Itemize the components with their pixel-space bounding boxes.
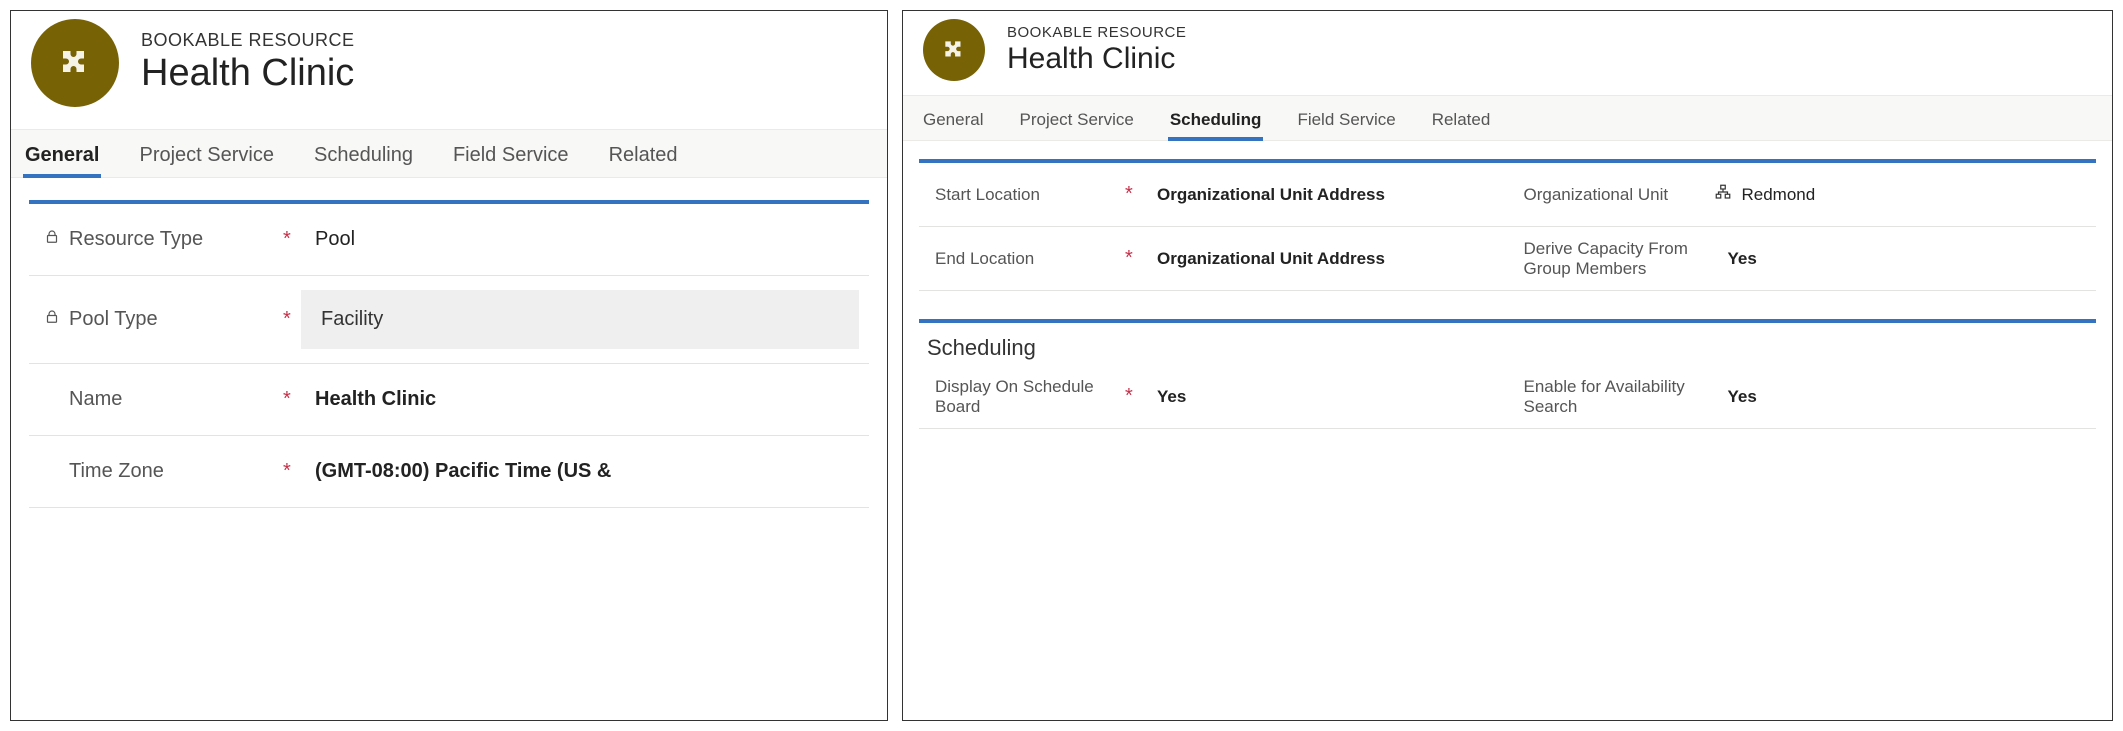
- tab-general[interactable]: General: [921, 96, 985, 140]
- record-eyebrow: BOOKABLE RESOURCE: [1007, 24, 1186, 41]
- tab-field-service[interactable]: Field Service: [451, 130, 571, 177]
- required-marker: *: [1125, 183, 1143, 206]
- required-marker: *: [283, 228, 301, 251]
- section-title-scheduling: Scheduling: [919, 323, 2096, 365]
- label-time-zone: Time Zone: [69, 460, 164, 483]
- puzzle-icon: [941, 37, 967, 63]
- value-derive-capacity: Yes: [1714, 241, 2087, 277]
- scheduling-location-card: Start Location * Organizational Unit Add…: [919, 159, 2096, 301]
- field-display-on-board[interactable]: Display On Schedule Board * Yes: [919, 365, 1508, 429]
- tab-scheduling[interactable]: Scheduling: [1168, 96, 1264, 140]
- org-tree-icon: [1714, 183, 1732, 206]
- title-block: BOOKABLE RESOURCE Health Clinic: [141, 30, 355, 97]
- lock-icon: [43, 308, 61, 332]
- record-title: Health Clinic: [1007, 41, 1186, 77]
- record-eyebrow: BOOKABLE RESOURCE: [141, 30, 355, 51]
- record-avatar: [923, 19, 985, 81]
- label-resource-type: Resource Type: [69, 228, 203, 251]
- value-resource-type: Pool: [301, 220, 859, 259]
- value-pool-type: Facility: [301, 290, 859, 349]
- value-enable-search: Yes: [1714, 379, 2087, 415]
- record-avatar: [31, 19, 119, 107]
- tab-scheduling[interactable]: Scheduling: [312, 130, 415, 177]
- tab-related[interactable]: Related: [1430, 96, 1493, 140]
- label-start-location: Start Location: [935, 185, 1040, 205]
- lock-icon: [43, 228, 61, 252]
- tabbar: General Project Service Scheduling Field…: [11, 129, 887, 178]
- field-name[interactable]: Name * Health Clinic: [29, 364, 869, 436]
- value-time-zone: (GMT-08:00) Pacific Time (US &: [301, 452, 859, 491]
- tab-general[interactable]: General: [23, 130, 101, 177]
- label-org-unit: Organizational Unit: [1524, 185, 1669, 205]
- puzzle-icon: [57, 45, 93, 81]
- tab-project-service[interactable]: Project Service: [137, 130, 276, 177]
- tab-project-service[interactable]: Project Service: [1017, 96, 1135, 140]
- field-org-unit[interactable]: Organizational Unit Redmond: [1508, 163, 2097, 227]
- tab-related[interactable]: Related: [607, 130, 680, 177]
- tabbar: General Project Service Scheduling Field…: [903, 95, 2112, 141]
- required-marker: *: [1125, 247, 1143, 270]
- general-form-card: Resource Type * Pool Pool Type * Facilit…: [29, 200, 869, 518]
- field-pool-type[interactable]: Pool Type * Facility: [29, 276, 869, 364]
- tab-field-service[interactable]: Field Service: [1295, 96, 1397, 140]
- field-enable-search[interactable]: Enable for Availability Search Yes: [1508, 365, 2097, 429]
- field-end-location[interactable]: End Location * Organizational Unit Addre…: [919, 227, 1508, 291]
- panel-general: BOOKABLE RESOURCE Health Clinic General …: [10, 10, 888, 721]
- value-end-location: Organizational Unit Address: [1143, 241, 1498, 277]
- value-name: Health Clinic: [301, 380, 859, 419]
- value-org-unit[interactable]: Redmond: [1742, 177, 2087, 213]
- field-start-location[interactable]: Start Location * Organizational Unit Add…: [919, 163, 1508, 227]
- label-enable-search: Enable for Availability Search: [1524, 377, 1714, 417]
- value-display-on-board: Yes: [1143, 379, 1498, 415]
- label-display-on-board: Display On Schedule Board: [935, 377, 1125, 417]
- value-start-location: Organizational Unit Address: [1143, 177, 1498, 213]
- label-name: Name: [69, 388, 122, 411]
- field-resource-type[interactable]: Resource Type * Pool: [29, 204, 869, 276]
- label-derive-capacity: Derive Capacity From Group Members: [1524, 239, 1714, 279]
- required-marker: *: [283, 308, 301, 331]
- required-marker: *: [1125, 385, 1143, 408]
- record-title: Health Clinic: [141, 51, 355, 97]
- required-marker: *: [283, 388, 301, 411]
- field-derive-capacity[interactable]: Derive Capacity From Group Members Yes: [1508, 227, 2097, 291]
- panel-scheduling: BOOKABLE RESOURCE Health Clinic General …: [902, 10, 2113, 721]
- title-block: BOOKABLE RESOURCE Health Clinic: [1007, 24, 1186, 77]
- scheduling-settings-card: Scheduling Display On Schedule Board * Y…: [919, 319, 2096, 439]
- record-header: BOOKABLE RESOURCE Health Clinic: [903, 11, 2112, 81]
- label-end-location: End Location: [935, 249, 1034, 269]
- record-header: BOOKABLE RESOURCE Health Clinic: [11, 11, 887, 107]
- required-marker: *: [283, 460, 301, 483]
- field-time-zone[interactable]: Time Zone * (GMT-08:00) Pacific Time (US…: [29, 436, 869, 508]
- label-pool-type: Pool Type: [69, 308, 158, 331]
